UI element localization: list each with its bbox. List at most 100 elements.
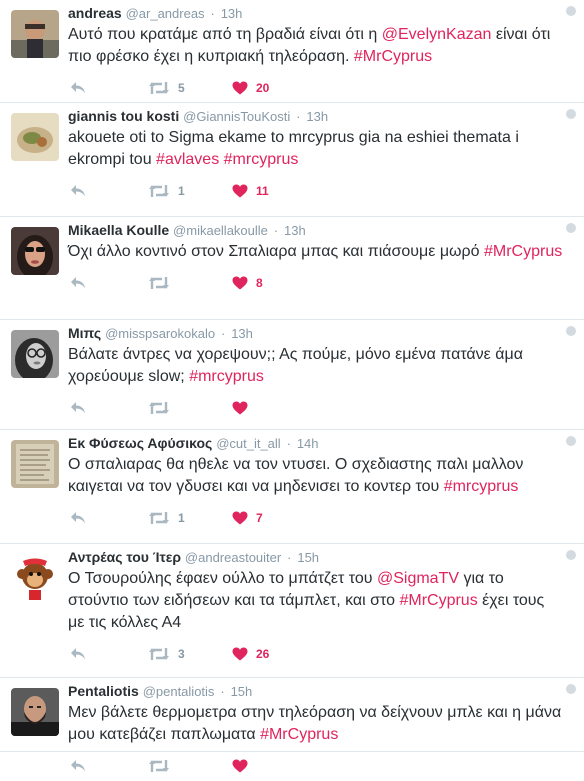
heart-icon: [232, 81, 248, 95]
fullname[interactable]: Εκ Φύσεως Αφύσικος: [68, 435, 212, 451]
separator-dot: ·: [220, 684, 225, 699]
username[interactable]: @mikaellakoulle: [173, 223, 268, 238]
text-segment: Βάλατε άντρες να χορεψουν;; Ας πούμε, μό…: [68, 346, 523, 385]
bearded-man-avatar[interactable]: [11, 688, 59, 736]
timestamp[interactable]: 15h: [297, 550, 319, 565]
timestamp[interactable]: 14h: [297, 436, 319, 451]
reply-icon: [71, 648, 85, 660]
monkey-cartoon-avatar[interactable]: [11, 554, 59, 602]
hashtag-or-mention-link[interactable]: @EvelynKazan: [382, 26, 492, 43]
retweet-button[interactable]: [148, 401, 178, 415]
reply-button[interactable]: [70, 276, 86, 290]
tweet-text: Ο Τσουρούλης έφαεν ούλλο το μπάτζετ του …: [68, 568, 584, 634]
username[interactable]: @andreastouiter: [185, 550, 281, 565]
like-button[interactable]: 11: [232, 184, 269, 198]
username[interactable]: @GiannisTouKosti: [183, 109, 290, 124]
tweet-header: giannis tou kosti @GiannisTouKosti · 13h: [68, 103, 584, 126]
timestamp[interactable]: 13h: [284, 223, 306, 238]
text-segment: Όχι άλλο κοντινό στον Σπαλιαρα μπας και …: [68, 243, 484, 260]
tweet-actions: 3 26: [68, 647, 584, 669]
reply-button[interactable]: [70, 511, 86, 525]
fullname[interactable]: andreas: [68, 5, 122, 21]
retweet-button[interactable]: 5: [148, 81, 185, 95]
like-button[interactable]: 20: [232, 81, 269, 95]
tweet-header: Αντρέας του Ίτερ @andreastouiter · 15h: [68, 544, 584, 567]
heart-icon: [232, 276, 248, 290]
username[interactable]: @ar_andreas: [126, 6, 205, 21]
woman-sunglasses-avatar[interactable]: [11, 227, 59, 275]
fullname[interactable]: Αντρέας του Ίτερ: [68, 549, 181, 565]
tweet-actions: 5 20: [68, 81, 584, 103]
tweet-menu-caret-icon[interactable]: [566, 550, 576, 560]
like-count: 20: [256, 81, 270, 95]
tweet-actions: 8: [68, 276, 584, 298]
retweet-icon: [149, 512, 169, 524]
tweet-text: Αυτό που κρατάμε από τη βραδιά είναι ότι…: [68, 24, 584, 68]
retweet-icon: [149, 648, 169, 660]
like-button[interactable]: 8: [232, 276, 263, 290]
hashtag-or-mention-link[interactable]: #mrcyprus: [189, 368, 264, 385]
heart-icon: [232, 184, 248, 198]
text-segment: Ο Τσουρούλης έφαεν ούλλο το μπάτζετ του: [68, 570, 377, 587]
hashtag-or-mention-link[interactable]: #mrcyprus: [444, 478, 519, 495]
username[interactable]: @misspsarokokalo: [105, 326, 215, 341]
fullname[interactable]: Pentaliotis: [68, 683, 139, 699]
tweet: andreas @ar_andreas · 13h Αυτό που κρατά…: [0, 0, 584, 103]
like-button[interactable]: [232, 759, 256, 773]
like-button[interactable]: [232, 401, 256, 415]
tweet-text: Βάλατε άντρες να χορεψουν;; Ας πούμε, μό…: [68, 344, 584, 388]
fullname[interactable]: Μιπς: [68, 325, 101, 341]
reply-icon: [71, 760, 85, 772]
old-paper-avatar[interactable]: [11, 440, 59, 488]
tweet-text: Ο σπαλιαρας θα ηθελε να τον ντυσει. Ο σχ…: [68, 454, 584, 498]
timestamp[interactable]: 13h: [221, 6, 243, 21]
food-avatar[interactable]: [11, 113, 59, 161]
reply-icon: [71, 277, 85, 289]
woman-glasses-avatar[interactable]: [11, 330, 59, 378]
tweet-actions: 1 7: [68, 511, 584, 533]
retweet-button[interactable]: 3: [148, 647, 185, 661]
separator-dot: ·: [286, 436, 291, 451]
tweet: Pentaliotis @pentaliotis · 15h Μεν βάλετ…: [0, 678, 584, 773]
hashtag-or-mention-link[interactable]: #MrCyprus: [399, 592, 477, 609]
like-button[interactable]: 26: [232, 647, 269, 661]
retweet-button[interactable]: [148, 276, 178, 290]
retweet-icon: [149, 402, 169, 414]
hashtag-or-mention-link[interactable]: @SigmaTV: [377, 570, 459, 587]
reply-button[interactable]: [70, 759, 86, 773]
hashtag-or-mention-link[interactable]: #MrCyprus: [260, 726, 338, 743]
retweet-icon: [149, 760, 169, 772]
fullname[interactable]: giannis tou kosti: [68, 108, 179, 124]
retweet-button[interactable]: [148, 759, 178, 773]
timestamp[interactable]: 15h: [231, 684, 253, 699]
tweet-menu-caret-icon[interactable]: [566, 684, 576, 694]
timeline: andreas @ar_andreas · 13h Αυτό που κρατά…: [0, 0, 584, 773]
hashtag-or-mention-link[interactable]: #avlaves: [156, 151, 219, 168]
tweet: Μιπς @misspsarokokalo · 13h Βάλατε άντρε…: [0, 320, 584, 430]
reply-button[interactable]: [70, 184, 86, 198]
reply-icon: [71, 185, 85, 197]
tweet-menu-caret-icon[interactable]: [566, 109, 576, 119]
like-button[interactable]: 7: [232, 511, 263, 525]
timestamp[interactable]: 13h: [231, 326, 253, 341]
like-count: 8: [256, 276, 263, 290]
selfie-man-avatar[interactable]: [11, 10, 59, 58]
hashtag-or-mention-link[interactable]: #MrCyprus: [354, 48, 432, 65]
tweet-menu-caret-icon[interactable]: [566, 436, 576, 446]
reply-button[interactable]: [70, 401, 86, 415]
like-count: 7: [256, 511, 263, 525]
retweet-button[interactable]: 1: [148, 511, 185, 525]
tweet-menu-caret-icon[interactable]: [566, 6, 576, 16]
fullname[interactable]: Mikaella Koulle: [68, 222, 169, 238]
reply-button[interactable]: [70, 647, 86, 661]
reply-button[interactable]: [70, 81, 86, 95]
username[interactable]: @cut_it_all: [216, 436, 281, 451]
hashtag-or-mention-link[interactable]: #MrCyprus: [484, 243, 562, 260]
timestamp[interactable]: 13h: [306, 109, 328, 124]
heart-icon: [232, 759, 248, 773]
tweet-menu-caret-icon[interactable]: [566, 326, 576, 336]
username[interactable]: @pentaliotis: [143, 684, 215, 699]
retweet-button[interactable]: 1: [148, 184, 185, 198]
tweet-menu-caret-icon[interactable]: [566, 223, 576, 233]
hashtag-or-mention-link[interactable]: #mrcyprus: [224, 151, 299, 168]
